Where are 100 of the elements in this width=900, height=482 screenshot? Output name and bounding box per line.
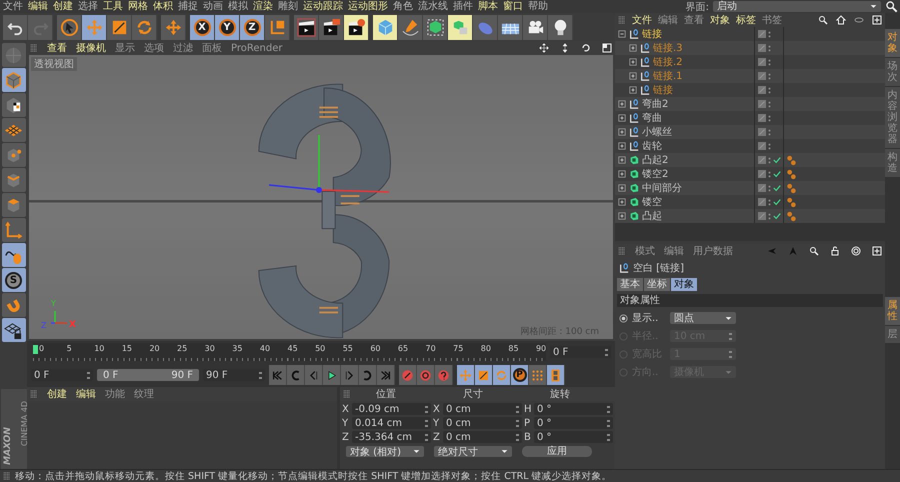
attribute-tab[interactable]: 坐标 bbox=[644, 278, 670, 291]
object-row[interactable]: 齿轮 bbox=[615, 139, 885, 153]
side-tab[interactable]: 对象 bbox=[885, 29, 900, 57]
expand-icon[interactable] bbox=[618, 184, 626, 192]
object-row[interactable]: 镂空2 bbox=[615, 167, 885, 181]
array-button[interactable] bbox=[448, 14, 473, 40]
interface-dropdown[interactable]: 启动 bbox=[713, 1, 881, 12]
viewport-menu-item[interactable]: 查看 bbox=[47, 41, 67, 55]
menu-item[interactable]: 体积 bbox=[153, 0, 173, 13]
pen-button[interactable] bbox=[398, 14, 423, 40]
view-layout-icon[interactable] bbox=[602, 43, 612, 53]
menu-item[interactable]: 模拟 bbox=[228, 0, 248, 13]
rotation-field[interactable]: 0 ° bbox=[534, 403, 613, 415]
texture-mode-button[interactable] bbox=[2, 93, 26, 117]
floor-button[interactable] bbox=[498, 14, 523, 40]
menu-item[interactable]: 脚本 bbox=[478, 0, 498, 13]
object-menu-item[interactable]: 书签 bbox=[762, 13, 782, 27]
timeline-button[interactable] bbox=[547, 365, 565, 385]
tweak-mode-button[interactable] bbox=[2, 243, 26, 267]
object-row[interactable]: 弯曲2 bbox=[615, 97, 885, 111]
key-parameter-button[interactable]: P bbox=[511, 365, 529, 385]
coordinate-mode-dropdown[interactable]: 对象 (相对) bbox=[346, 446, 424, 457]
object-row[interactable]: 小螺丝 bbox=[615, 125, 885, 139]
menu-item[interactable]: 插件 bbox=[453, 0, 473, 13]
render-settings-button[interactable] bbox=[344, 14, 369, 40]
grip-icon[interactable] bbox=[618, 16, 626, 24]
object-row[interactable]: 弯曲 bbox=[615, 111, 885, 125]
expand-icon[interactable] bbox=[629, 86, 637, 94]
snap-button[interactable] bbox=[2, 293, 26, 317]
expand-icon[interactable] bbox=[618, 198, 626, 206]
position-field[interactable]: -0.09 cm bbox=[352, 403, 431, 415]
cube-button[interactable] bbox=[373, 14, 398, 40]
attribute-menu-item[interactable]: 编辑 bbox=[664, 244, 684, 258]
start-frame-field[interactable]: 0 F bbox=[31, 369, 93, 381]
tag-icon[interactable] bbox=[786, 210, 797, 222]
frame-range-slider[interactable]: 0 F 90 F bbox=[97, 369, 199, 381]
visibility-dots-icon[interactable] bbox=[768, 114, 771, 122]
size-mode-dropdown[interactable]: 绝对尺寸 bbox=[434, 446, 512, 457]
animation-radio-icon[interactable] bbox=[619, 314, 628, 322]
add-icon[interactable] bbox=[872, 246, 882, 256]
tag-icon[interactable] bbox=[786, 168, 797, 180]
expand-icon[interactable] bbox=[618, 114, 626, 122]
edges-mode-button[interactable] bbox=[2, 168, 26, 192]
grip-icon[interactable] bbox=[343, 390, 351, 398]
grip-icon[interactable] bbox=[618, 247, 626, 255]
key-position-button[interactable] bbox=[457, 365, 475, 385]
visibility-dots-icon[interactable] bbox=[768, 212, 771, 220]
menu-item[interactable]: 网格 bbox=[128, 0, 148, 13]
scale-tool-button[interactable] bbox=[107, 14, 132, 40]
material-menu-item[interactable]: 创建 bbox=[47, 387, 67, 401]
apply-button[interactable]: 应用 bbox=[522, 446, 592, 457]
menu-item[interactable]: 角色 bbox=[393, 0, 413, 13]
help-button[interactable] bbox=[435, 365, 453, 385]
attribute-tab[interactable]: 对象 bbox=[671, 278, 697, 291]
menu-item[interactable]: 窗口 bbox=[503, 0, 523, 13]
expand-icon[interactable] bbox=[618, 128, 626, 136]
object-row[interactable]: 凸起2 bbox=[615, 153, 885, 167]
rotate-tool-button[interactable] bbox=[132, 14, 157, 40]
menu-item[interactable]: 运动图形 bbox=[348, 0, 388, 13]
side-tab[interactable]: 场次 bbox=[885, 58, 900, 86]
object-menu-item[interactable]: 查看 bbox=[684, 13, 704, 27]
viewport-menu-item[interactable]: 摄像机 bbox=[76, 41, 106, 55]
material-menu-item[interactable]: 编辑 bbox=[76, 387, 96, 401]
next-key-button[interactable] bbox=[359, 365, 377, 385]
object-row[interactable]: 镂空 bbox=[615, 195, 885, 209]
visibility-dots-icon[interactable] bbox=[768, 156, 771, 164]
undo-button[interactable] bbox=[3, 14, 28, 40]
object-row[interactable]: 链接 bbox=[615, 27, 885, 41]
axis-mode-button[interactable] bbox=[2, 218, 26, 242]
dolly-view-icon[interactable] bbox=[560, 43, 570, 53]
menu-item[interactable]: 帮助 bbox=[528, 0, 548, 13]
attribute-menu-item[interactable]: 模式 bbox=[635, 244, 655, 258]
attribute-dropdown[interactable]: 圆点 bbox=[670, 312, 736, 324]
object-menu-item[interactable]: 文件 bbox=[632, 13, 652, 27]
play-button[interactable] bbox=[323, 365, 341, 385]
light-button[interactable] bbox=[548, 14, 573, 40]
grip-icon[interactable] bbox=[30, 44, 38, 52]
key-scale-button[interactable] bbox=[475, 365, 493, 385]
auto-key-button[interactable] bbox=[417, 365, 435, 385]
visibility-dots-icon[interactable] bbox=[768, 44, 771, 52]
material-menu-item[interactable]: 纹理 bbox=[134, 387, 154, 401]
visibility-dots-icon[interactable] bbox=[768, 142, 771, 150]
object-row[interactable]: 链接.3 bbox=[615, 41, 885, 55]
menu-item[interactable]: 流水线 bbox=[418, 0, 448, 13]
render-view-button[interactable] bbox=[294, 14, 319, 40]
object-row[interactable]: 链接.2 bbox=[615, 55, 885, 69]
expand-icon[interactable] bbox=[618, 170, 626, 178]
object-menu-item[interactable]: 编辑 bbox=[658, 13, 678, 27]
expand-icon[interactable] bbox=[618, 100, 626, 108]
collapse-icon[interactable] bbox=[618, 30, 626, 38]
tag-icon[interactable] bbox=[786, 196, 797, 208]
menu-item[interactable]: 雕刻 bbox=[278, 0, 298, 13]
move-tool-button[interactable] bbox=[82, 14, 107, 40]
select-tool-button[interactable] bbox=[57, 14, 82, 40]
position-field[interactable]: 0.014 cm bbox=[352, 417, 431, 429]
expand-icon[interactable] bbox=[618, 156, 626, 164]
visibility-dots-icon[interactable] bbox=[768, 100, 771, 108]
menu-item[interactable]: 工具 bbox=[103, 0, 123, 13]
axis-lock-button[interactable]: Z bbox=[240, 14, 265, 40]
subdivision-button[interactable] bbox=[423, 14, 448, 40]
